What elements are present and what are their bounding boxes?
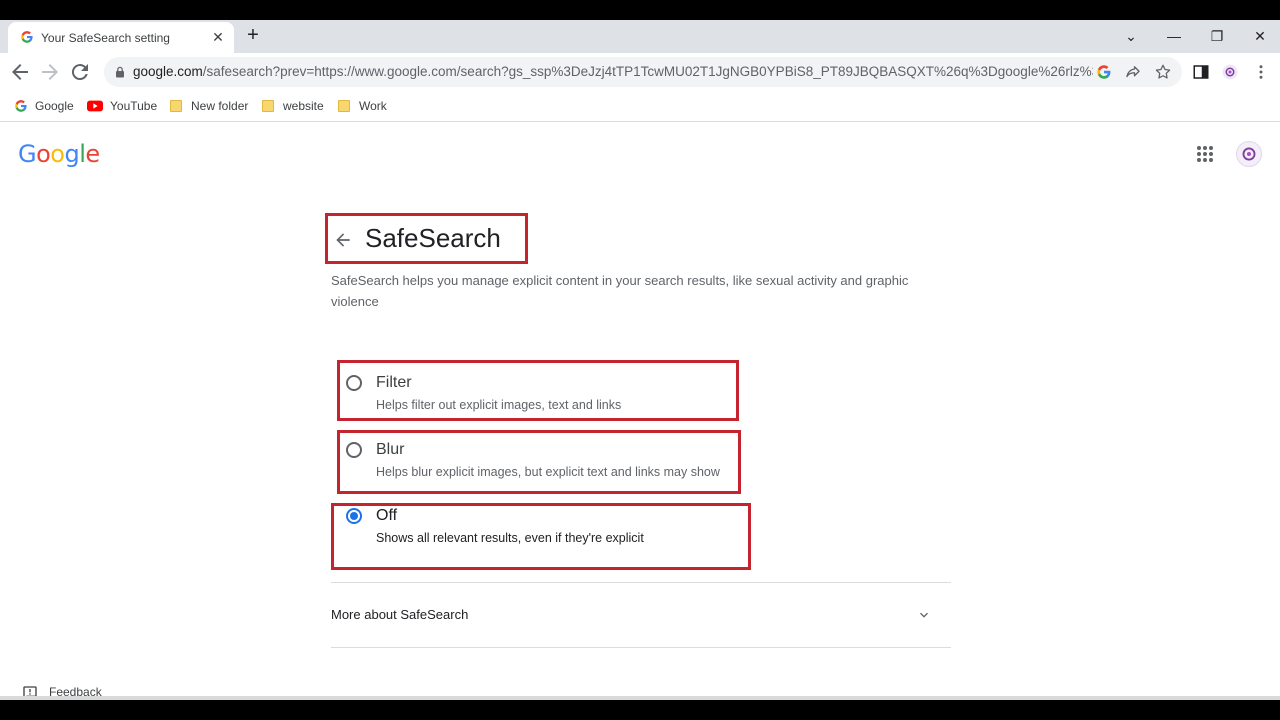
back-icon[interactable] [8,60,32,84]
url-host: google.com [133,64,203,79]
page-description: SafeSearch helps you manage explicit con… [331,273,909,309]
chevron-down-icon[interactable] [916,607,932,623]
forward-icon[interactable] [38,60,62,84]
more-about-safesearch[interactable]: More about SafeSearch [331,607,468,622]
page-title: SafeSearch [365,223,501,253]
bookmark-youtube[interactable]: YouTube [87,98,157,114]
bookmark-star-icon[interactable] [1154,63,1172,81]
google-icon [21,31,33,43]
share-icon[interactable] [1124,63,1142,81]
bookmark-website[interactable]: website [262,98,324,114]
folder-icon [338,100,350,112]
filter-label[interactable]: Filter [376,374,412,392]
google-apps-icon[interactable] [1196,145,1214,163]
google-icon [15,100,27,112]
youtube-icon [87,100,103,112]
bookmark-label: New folder [191,99,249,113]
lock-icon[interactable] [114,66,126,78]
tab-search-icon[interactable]: ⌄ [1119,24,1143,48]
bookmark-label: Google [35,99,74,113]
url-text[interactable]: google.com/safesearch?prev=https://www.g… [133,64,1093,79]
restore-button[interactable]: ❐ [1205,24,1229,48]
bookmark-work[interactable]: Work [338,98,387,114]
tab-safesearch[interactable]: Your SafeSearch setting ✕ [8,22,234,53]
blur-label[interactable]: Blur [376,441,404,459]
divider [331,582,951,583]
bookmarks-bar: Google YouTube New folder website Work [0,91,1280,122]
feedback-link[interactable]: Feedback [49,685,102,696]
off-label[interactable]: Off [376,507,397,525]
account-avatar[interactable] [1236,141,1262,167]
menu-more-icon[interactable] [1252,63,1270,81]
folder-icon [170,100,182,112]
filter-sublabel: Helps filter out explicit images, text a… [376,398,622,412]
bookmark-label: website [283,99,324,113]
browser-window: Your SafeSearch setting ✕ + ⌄ — ❐ ✕ goog… [0,20,1280,696]
tab-title: Your SafeSearch setting [41,31,170,45]
bookmark-label: Work [359,99,387,113]
back-arrow-icon[interactable] [333,230,353,250]
blur-radio[interactable] [346,442,362,458]
side-panel-icon[interactable] [1192,63,1210,81]
tab-strip: Your SafeSearch setting ✕ + ⌄ — ❐ ✕ [0,20,1280,53]
reload-icon[interactable] [68,60,92,84]
toolbar: google.com/safesearch?prev=https://www.g… [0,53,1280,91]
close-tab-icon[interactable]: ✕ [210,29,226,45]
minimize-button[interactable]: — [1162,24,1186,48]
off-sublabel: Shows all relevant results, even if they… [376,531,644,545]
profile-avatar-icon[interactable] [1221,63,1239,81]
folder-icon [262,100,274,112]
blur-sublabel-clip: Helps blur explicit images, but explicit… [376,465,737,479]
taskbar-edge [0,696,1280,700]
filter-radio[interactable] [346,375,362,391]
bookmark-google[interactable]: Google [14,98,74,114]
feedback-icon[interactable] [22,685,38,696]
screen: Your SafeSearch setting ✕ + ⌄ — ❐ ✕ goog… [0,0,1280,720]
close-window-button[interactable]: ✕ [1248,24,1272,48]
new-tab-button[interactable]: + [243,25,263,45]
safesearch-page: Google SafeSearch SafeSearch helps you m… [0,123,1280,696]
blur-sublabel: Helps blur explicit images, but explicit… [376,465,720,479]
off-radio[interactable] [346,508,362,524]
google-logo[interactable]: Google [18,140,100,168]
google-lens-icon[interactable] [1095,63,1113,81]
blur-highlight-box [337,430,741,494]
address-bar[interactable]: google.com/safesearch?prev=https://www.g… [104,57,1182,87]
url-path: /safesearch?prev=https://www.google.com/… [202,64,1093,79]
bookmark-label: YouTube [110,99,158,113]
bookmark-new-folder[interactable]: New folder [170,98,248,114]
divider [331,647,951,648]
